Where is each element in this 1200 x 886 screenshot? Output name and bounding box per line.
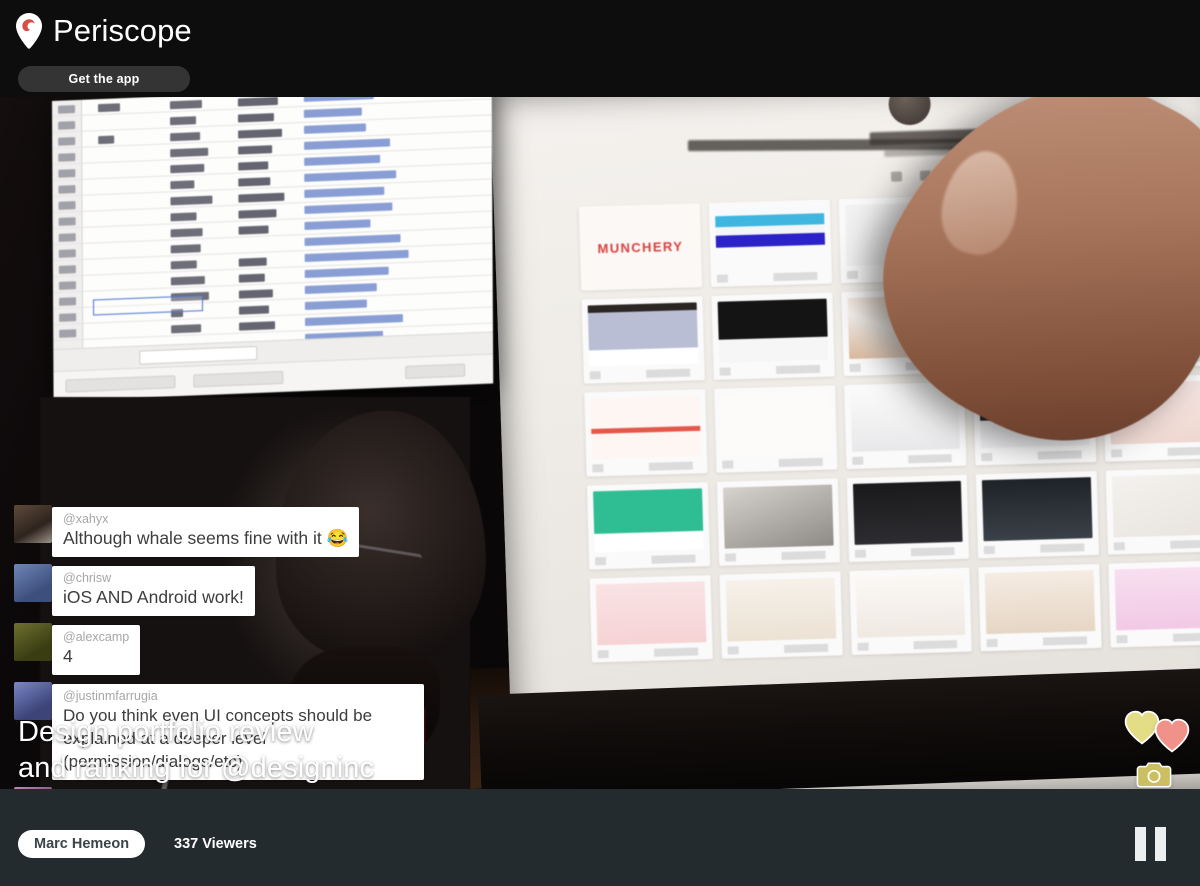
portfolio-shot <box>719 571 843 659</box>
page-header: Periscope Get the app <box>0 0 1200 97</box>
portfolio-shot <box>716 478 840 566</box>
portfolio-shot <box>584 389 708 477</box>
pause-icon-bar <box>1154 827 1166 861</box>
chat-bubble: @chrisw iOS AND Android work! <box>52 566 255 616</box>
portfolio-shot <box>1108 560 1200 648</box>
chat-text: iOS AND Android work! <box>63 587 244 607</box>
periscope-broadcast-page: Periscope Get the app MUNCHERY @xahyx Al… <box>0 0 1200 886</box>
chat-username: @xahyx <box>63 512 109 526</box>
portfolio-shot <box>846 474 970 563</box>
spreadsheet-window <box>52 97 494 402</box>
player-control-bar: Marc Hemeon 337 Viewers <box>0 789 1200 886</box>
portfolio-shot <box>708 199 832 287</box>
portfolio-shot <box>581 296 705 384</box>
pause-button[interactable] <box>1128 827 1172 861</box>
chat-bubble: @xahyx Although whale seems fine with it… <box>52 507 360 557</box>
broadcaster-name-button[interactable]: Marc Hemeon <box>18 830 146 858</box>
portfolio-shot <box>978 563 1102 652</box>
avatar <box>14 564 52 602</box>
broadcast-title-line: Design portfolio review <box>18 716 314 748</box>
chat-text: 4 <box>63 646 73 666</box>
portfolio-shot <box>713 385 838 473</box>
chat-text: Although whale seems fine with it 😂 <box>63 528 349 548</box>
chat-message: @chrisw iOS AND Android work! <box>14 564 444 616</box>
fingernail <box>934 144 1027 261</box>
video-player[interactable]: MUNCHERY @xahyx Although whale seems fin… <box>0 97 1200 789</box>
portfolio-shot <box>586 482 711 570</box>
spreadsheet-grid <box>52 97 493 350</box>
portfolio-shot <box>589 575 713 663</box>
broadcast-title-line: and ranking for @designinc <box>18 752 375 784</box>
avatar <box>14 623 52 661</box>
chat-message: @xahyx Although whale seems fine with it… <box>14 505 444 557</box>
viewer-count-label: 337 Viewers <box>174 836 257 852</box>
get-the-app-button[interactable]: Get the app <box>18 66 190 92</box>
chat-message: @alexcamp 4 <box>14 623 444 675</box>
brand-logo[interactable]: Periscope <box>14 12 192 50</box>
avatar <box>14 505 52 543</box>
portfolio-shot <box>1105 467 1200 555</box>
chat-username: @alexcamp <box>63 630 130 644</box>
portfolio-shot <box>849 567 973 656</box>
periscope-pin-icon <box>14 12 44 50</box>
chat-username: @chrisw <box>63 571 112 585</box>
portfolio-shot: MUNCHERY <box>578 203 702 291</box>
pause-icon-bar <box>1134 827 1146 861</box>
portfolio-shot <box>976 470 1100 559</box>
portfolio-shot <box>711 292 835 380</box>
chat-username: @justinmfarrugia <box>63 689 158 703</box>
brand-name: Periscope <box>53 13 192 48</box>
chat-bubble: @alexcamp 4 <box>52 625 141 675</box>
profile-avatar <box>887 97 932 126</box>
